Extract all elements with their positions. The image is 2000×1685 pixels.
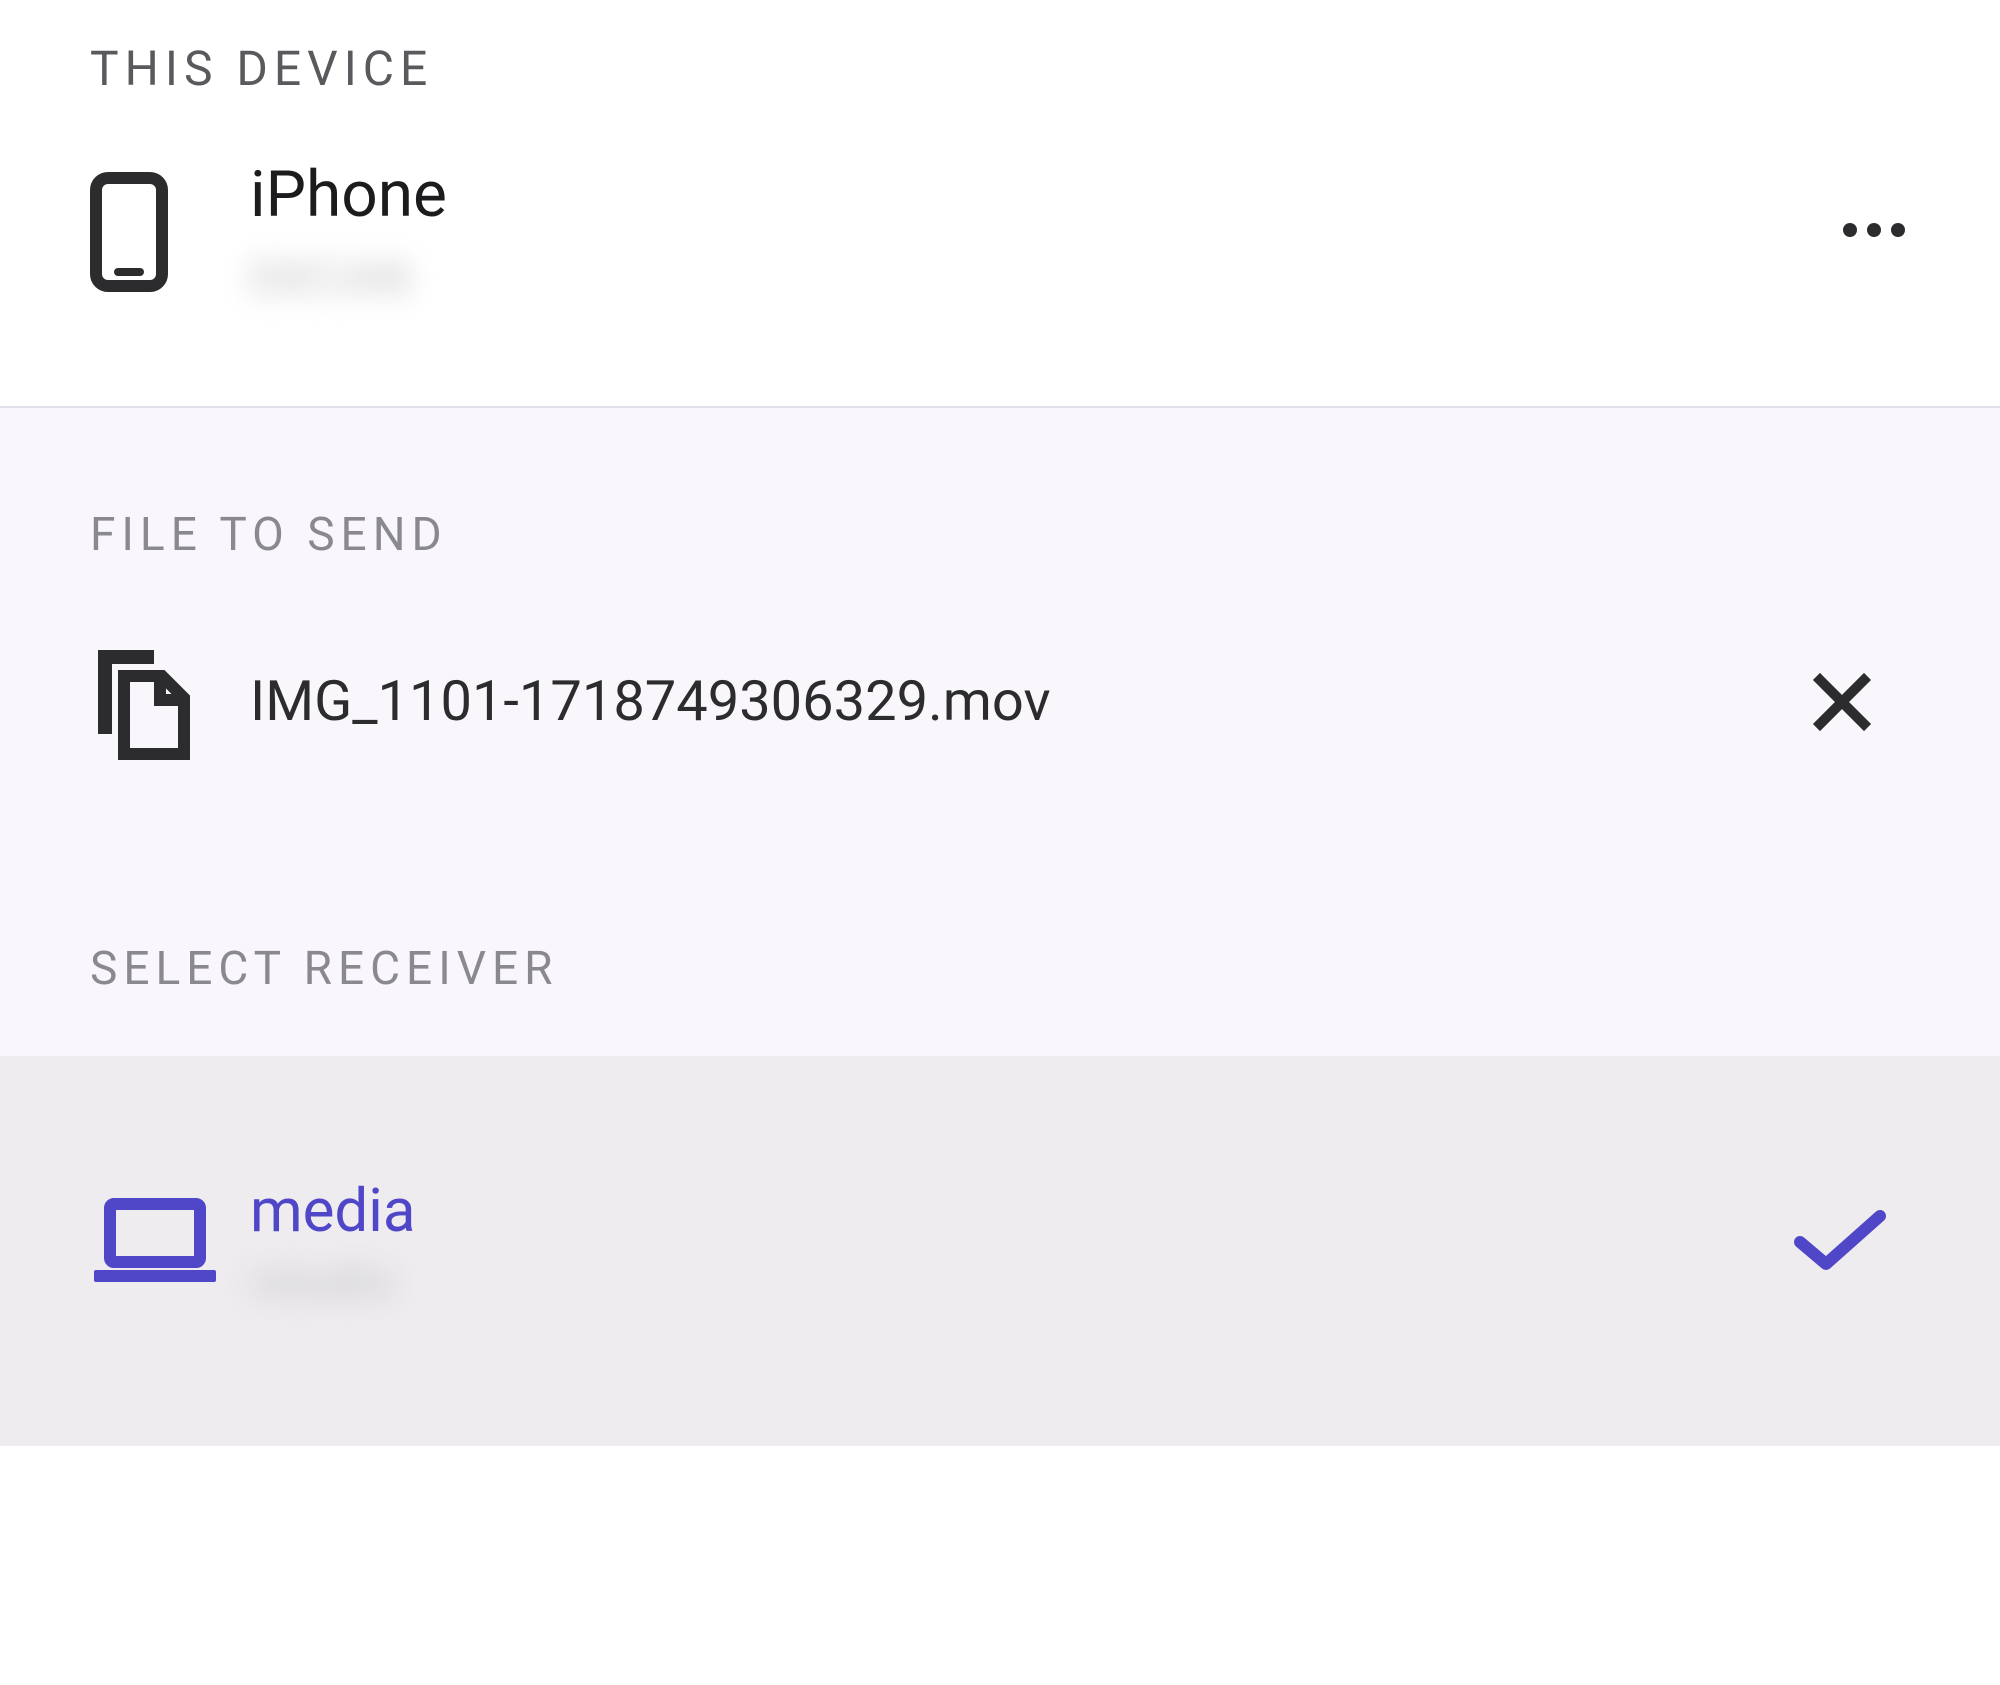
section-header-this-device: THIS DEVICE: [0, 0, 2000, 97]
file-row: IMG_1101-1718749306329.mov: [0, 562, 2000, 802]
file-name: IMG_1101-1718749306329.mov: [250, 664, 1810, 740]
laptop-icon: [90, 1196, 250, 1286]
device-name: iPhone: [250, 157, 1810, 232]
receiver-subtitle: rstudio: [250, 1258, 1790, 1307]
remove-file-button[interactable]: [1810, 670, 1910, 734]
this-device-row: iPhone 0XCAN: [0, 97, 2000, 408]
more-options-button[interactable]: [1810, 222, 1910, 241]
file-copy-icon: [90, 642, 250, 762]
phone-icon: [90, 172, 250, 292]
receiver-selected-indicator: [1790, 1206, 1910, 1276]
more-icon: [1843, 223, 1857, 237]
receiver-row[interactable]: media rstudio: [0, 1056, 2000, 1446]
receiver-name: media: [250, 1175, 1790, 1246]
section-header-file-to-send: FILE TO SEND: [0, 408, 2000, 562]
close-icon: [1810, 670, 1874, 734]
check-icon: [1790, 1206, 1890, 1276]
device-subtitle: 0XCAN: [250, 252, 1810, 306]
section-header-select-receiver: SELECT RECEIVER: [0, 802, 2000, 996]
